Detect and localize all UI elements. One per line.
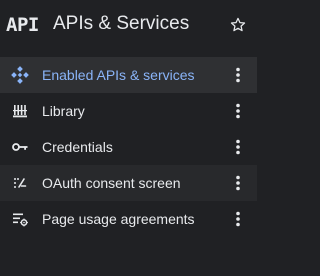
- settings-list-icon: [11, 210, 29, 228]
- star-icon[interactable]: [229, 16, 247, 34]
- nav-item-label: Library: [42, 103, 85, 119]
- api-logo: API: [6, 14, 39, 36]
- nav-item-library[interactable]: Library: [0, 93, 257, 129]
- nav-item-label: Enabled APIs & services: [42, 67, 195, 83]
- library-icon: [11, 102, 29, 120]
- nav-item-credentials[interactable]: Credentials: [0, 129, 257, 165]
- nav-item-label: OAuth consent screen: [42, 175, 181, 191]
- nav-item-page-usage-agreements[interactable]: Page usage agreements: [0, 201, 257, 237]
- more-vert-icon[interactable]: [230, 210, 246, 228]
- oauth-consent-icon: [11, 174, 29, 192]
- nav-item-oauth-consent[interactable]: OAuth consent screen: [0, 165, 257, 201]
- api-services-nav-panel: API APIs & Services Enabled APIs & servi…: [0, 0, 257, 276]
- api-diamond-icon: [11, 66, 29, 84]
- nav-item-label: Page usage agreements: [42, 211, 195, 227]
- more-vert-icon[interactable]: [230, 66, 246, 84]
- page-title: APIs & Services: [53, 13, 190, 34]
- more-vert-icon[interactable]: [230, 138, 246, 156]
- nav-item-enabled-apis[interactable]: Enabled APIs & services: [0, 57, 257, 93]
- key-icon: [11, 138, 29, 156]
- more-vert-icon[interactable]: [230, 174, 246, 192]
- more-vert-icon[interactable]: [230, 102, 246, 120]
- panel-header: API APIs & Services: [0, 0, 257, 52]
- nav-item-label: Credentials: [42, 139, 113, 155]
- nav-menu: Enabled APIs & services Library Credenti…: [0, 57, 257, 237]
